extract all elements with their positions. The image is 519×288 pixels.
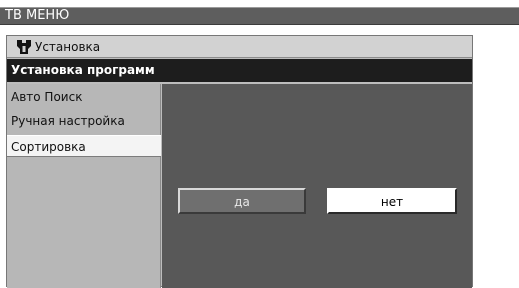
section-label: Установка <box>35 40 101 54</box>
yes-button[interactable]: да <box>178 188 306 214</box>
window-title-bar: ТВ МЕНЮ <box>0 7 519 25</box>
no-button[interactable]: нет <box>327 188 457 214</box>
content-area: да нет <box>162 84 472 288</box>
sub-header-label: Установка программ <box>11 63 155 77</box>
menu-item-manual-tuning[interactable]: Ручная настройка <box>7 110 161 132</box>
window-title: ТВ МЕНЮ <box>5 8 70 23</box>
left-menu: Авто Поиск Ручная настройка Сортировка <box>7 84 161 288</box>
menu-item-auto-search[interactable]: Авто Поиск <box>7 86 161 108</box>
tools-icon <box>17 40 31 54</box>
sub-header: Установка программ <box>7 59 472 82</box>
menu-item-sorting[interactable]: Сортировка <box>7 135 161 157</box>
menu-panel: Установка Установка программ Авто Поиск … <box>6 35 473 288</box>
section-header: Установка <box>7 36 472 58</box>
